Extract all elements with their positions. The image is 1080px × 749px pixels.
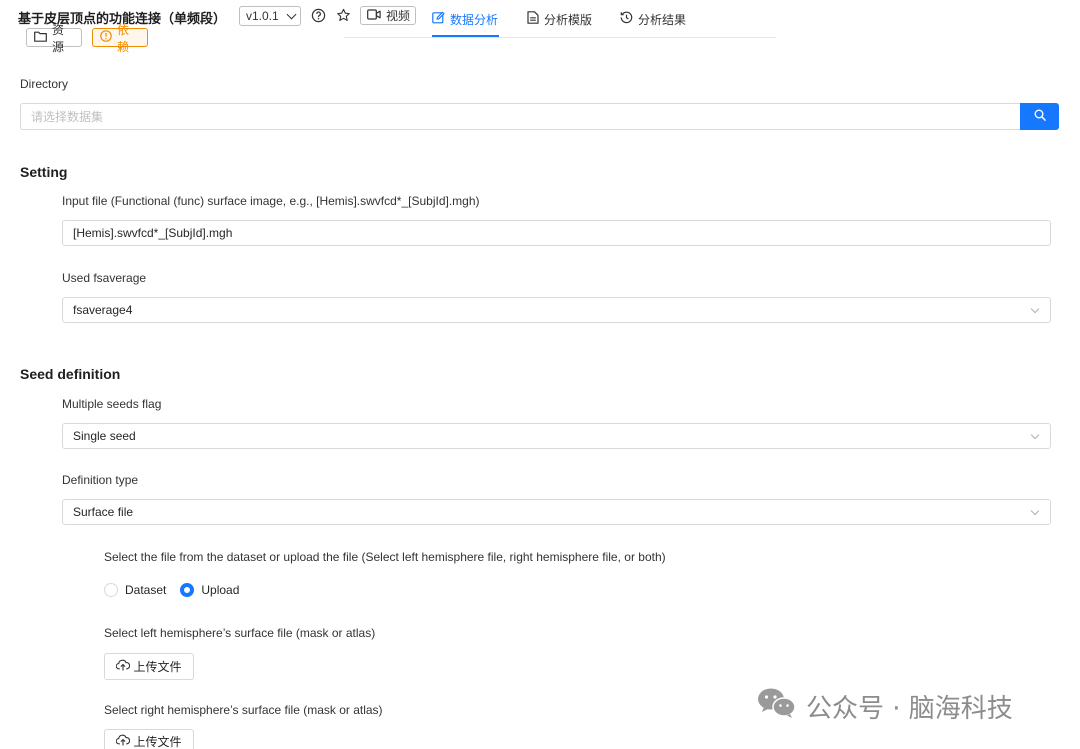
tab-label: 分析模版 [544,12,593,27]
definition-type-label: Definition type [62,473,139,487]
left-hemisphere-label: Select left hemisphere’s surface file (m… [104,626,376,640]
folder-icon [34,31,47,45]
directory-search [20,103,1059,130]
tab-data-analysis[interactable]: 数据分析 [432,10,498,28]
info-circle-icon [100,30,112,45]
active-tab-indicator [432,35,499,37]
watermark-text: 公众号 · 脑海科技 [806,693,1013,724]
cloud-upload-icon [116,734,131,749]
dependencies-label: 依赖 [117,22,130,54]
radio-label: Upload [201,583,240,597]
cloud-upload-icon [116,659,131,674]
dataset-search-input[interactable] [20,103,1021,130]
upload-label: 上传文件 [133,734,182,749]
chevron-down-icon [1030,430,1040,440]
source-radio-group: Dataset Upload [104,582,253,598]
upload-right-button[interactable]: 上传文件 [104,729,194,749]
seed-section-title: Seed definition [20,366,121,382]
fsaverage-select[interactable]: fsaverage4 [62,297,1051,323]
directory-label: Directory [20,77,69,91]
radio-label: Dataset [125,583,167,597]
input-file-field[interactable]: [Hemis].swvfcd*_[SubjId].mgh [62,220,1051,246]
dependencies-button[interactable]: 依赖 [92,23,148,54]
chevron-down-icon [1030,304,1040,314]
upload-label: 上传文件 [133,660,182,674]
multiple-seeds-select[interactable]: Single seed [62,423,1051,449]
chevron-down-icon [1030,506,1040,516]
search-icon [1034,109,1046,124]
edit-icon [432,11,445,27]
radio-circle [104,583,118,597]
top-bar: 基于皮层顶点的功能连接（单频段） v1.0.1 视频 资源 依赖 数据分析 分析… [0,0,1080,54]
radio-circle-checked [180,583,195,597]
multiple-seeds-label: Multiple seeds flag [62,397,162,411]
watermark: 公众号 · 脑海科技 [756,688,1013,724]
file-icon [527,11,539,27]
setting-section-title: Setting [20,164,68,180]
tab-analysis-template[interactable]: 分析模版 [527,10,592,28]
wechat-icon [756,686,798,727]
definition-type-select[interactable]: Surface file [62,499,1051,525]
input-file-label: Input file (Functional (func) surface im… [62,194,480,208]
right-hemisphere-label: Select right hemisphere’s surface file (… [104,703,383,717]
radio-dataset[interactable]: Dataset [104,583,166,597]
tab-label: 分析结果 [638,12,687,27]
help-icon[interactable] [310,7,326,23]
definition-type-value: Surface file [73,505,134,519]
resources-label: 资源 [52,22,65,54]
version-select[interactable]: v1.0.1 [239,6,301,26]
fsaverage-value: fsaverage4 [73,303,133,317]
chevron-down-icon [286,9,297,19]
input-file-value: [Hemis].swvfcd*_[SubjId].mgh [73,226,233,240]
tab-label: 数据分析 [450,12,499,27]
radio-upload[interactable]: Upload [180,583,239,597]
tab-analysis-results[interactable]: 分析结果 [620,10,686,28]
version-value: v1.0.1 [246,9,279,23]
multiple-seeds-value: Single seed [73,429,136,443]
fsaverage-label: Used fsaverage [62,271,147,285]
resources-button[interactable]: 资源 [26,23,82,54]
select-source-label: Select the file from the dataset or uplo… [104,550,666,564]
search-button[interactable] [1020,103,1059,130]
history-icon [620,11,633,27]
upload-left-button[interactable]: 上传文件 [104,653,194,680]
